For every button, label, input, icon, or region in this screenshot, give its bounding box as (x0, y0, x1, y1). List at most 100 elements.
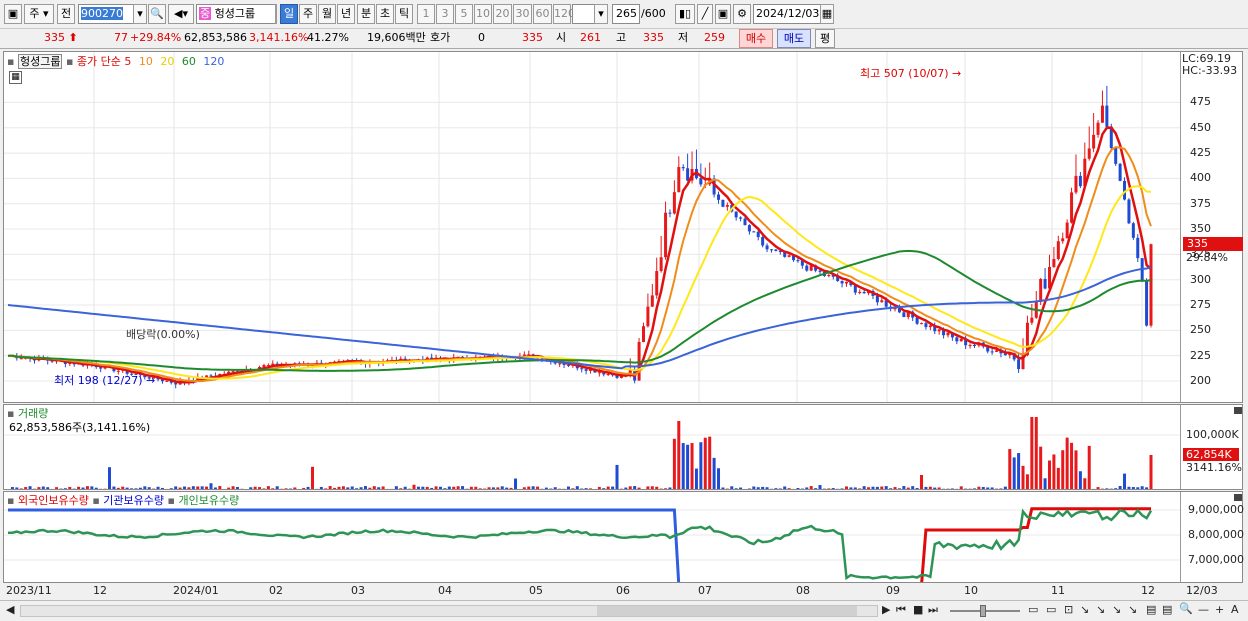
volume-bar (615, 464, 619, 489)
x-axis-label: 10 (964, 584, 978, 597)
code-dropdown-icon[interactable]: ▾ (133, 4, 147, 24)
search-icon[interactable]: 🔍 (148, 4, 166, 24)
layout-icon-1[interactable]: ▭ (1028, 603, 1038, 616)
ma10-line (7, 146, 1152, 383)
zoom-slider[interactable] (950, 605, 1020, 617)
volume-bar (421, 486, 425, 489)
volume-bar (897, 488, 901, 489)
stock-name-field[interactable]: 중 헝셩그룹 (196, 4, 276, 24)
volume-bar (950, 488, 954, 489)
volume-bar (1136, 487, 1140, 489)
tab-period-day[interactable]: 일 (280, 4, 298, 24)
interval-120[interactable]: 120 (553, 4, 575, 24)
calendar-icon[interactable]: ▦ (820, 4, 834, 24)
volume-bar (1017, 453, 1021, 489)
volume-bar (108, 467, 112, 489)
interval-10[interactable]: 10 (474, 4, 492, 24)
price-candle (664, 212, 668, 258)
name-dropdown-icon[interactable] (275, 4, 277, 24)
interval-3[interactable]: 3 (436, 4, 454, 24)
volume-info: 62,853,586주(3,141.16%) (9, 421, 151, 434)
volume-bar (430, 487, 434, 489)
tab-period-week[interactable]: 주 (299, 4, 317, 24)
price-candle (844, 281, 848, 284)
date-input[interactable]: 2024/12/03 (753, 4, 821, 24)
interval-1[interactable]: 1 (417, 4, 435, 24)
candle-type-icon[interactable]: ▮▯ (675, 4, 695, 24)
interval-60[interactable]: 60 (533, 4, 552, 24)
market-select[interactable]: 주 ▾ (24, 4, 54, 24)
price-candle (672, 192, 676, 214)
volume-bar (355, 488, 359, 489)
scroll-right-icon[interactable]: ▶ (882, 603, 890, 616)
horizontal-scrollbar[interactable] (20, 605, 878, 617)
price-candle (990, 351, 994, 353)
volume-bar (584, 488, 588, 489)
interval-5[interactable]: 5 (455, 4, 473, 24)
volume-bar (686, 444, 690, 489)
scrollbar-thumb[interactable] (597, 606, 857, 616)
holder-panel[interactable]: ▪ 외국인보유수량 ▪ 기관보유수량 ▪ 개인보유수량 9,000,000 8,… (3, 491, 1244, 583)
volume-panel[interactable]: ▪ 거래량 62,853,586주(3,141.16%) 100,000K 62… (3, 404, 1243, 490)
sell-button[interactable]: 매도 (777, 29, 811, 48)
table-view-icon[interactable]: ▦ (9, 71, 22, 84)
layout-icon-2[interactable]: ▭ (1046, 603, 1056, 616)
volume-bar (805, 487, 809, 489)
avg-button[interactable]: 평 (815, 29, 835, 48)
settings-gear-icon[interactable]: ⚙ (733, 4, 751, 24)
forward-icon[interactable]: ⏭ (928, 603, 938, 617)
font-size-icon[interactable]: A (1231, 603, 1239, 616)
interval-dropdown-icon[interactable]: ▾ (594, 4, 608, 24)
drawing-tool-icon[interactable]: ╱ (697, 4, 713, 24)
volume-bar (1039, 446, 1043, 489)
low-annotation: 최저 198 (12/27) → (54, 374, 156, 387)
volume-bar (341, 486, 345, 489)
zoom-in-icon[interactable]: + (1215, 603, 1224, 616)
price-candle (875, 295, 879, 303)
buy-button[interactable]: 매수 (739, 29, 773, 48)
tab-period-tick[interactable]: 틱 (395, 4, 413, 24)
price-candle (699, 178, 703, 185)
holder-panel-close-icon[interactable] (1234, 494, 1242, 501)
x-axis-end-date: 12/03 (1186, 584, 1218, 597)
volume-bar (920, 475, 924, 489)
price-candle (743, 218, 747, 226)
volume-bar (717, 468, 721, 489)
draw-icon-4[interactable]: ↘ (1128, 603, 1137, 616)
rewind-icon[interactable]: ⏮ (896, 603, 906, 617)
prev-button[interactable]: 전 (57, 4, 75, 24)
tab-period-second[interactable]: 초 (376, 4, 394, 24)
interval-30[interactable]: 30 (513, 4, 532, 24)
volume-panel-close-icon[interactable] (1234, 407, 1242, 414)
volume-bar (650, 486, 654, 489)
chart-menu-icon[interactable]: ▣ (4, 4, 22, 24)
zoom-out-icon[interactable]: — (1198, 603, 1209, 616)
stop-icon[interactable]: ■ (913, 603, 923, 616)
volume-bar (677, 421, 681, 489)
legend-stock-name[interactable]: 헝셩그룹 (17, 54, 63, 69)
price-candle (761, 237, 765, 246)
interval-20[interactable]: 20 (493, 4, 512, 24)
price-candle (1127, 199, 1131, 224)
volume-bar (871, 486, 875, 489)
tab-period-year[interactable]: 년 (337, 4, 355, 24)
panel-icon-2[interactable]: ▤ (1162, 603, 1172, 616)
draw-icon-3[interactable]: ↘ (1112, 603, 1121, 616)
save-icon[interactable]: ▣ (715, 4, 731, 24)
speaker-icon[interactable]: ◀▾ (168, 4, 194, 24)
count-input[interactable]: 265 (612, 4, 640, 24)
volume-bar (1034, 417, 1038, 489)
draw-icon-2[interactable]: ↘ (1096, 603, 1105, 616)
volume-bar (1052, 454, 1056, 489)
panel-icon[interactable]: ▤ (1146, 603, 1156, 616)
tab-period-minute[interactable]: 분 (357, 4, 375, 24)
stock-code-input[interactable]: 900270 (78, 4, 134, 24)
tab-period-month[interactable]: 월 (318, 4, 336, 24)
zoom-search-icon[interactable]: 🔍 (1179, 602, 1193, 615)
volume-bar (169, 488, 173, 489)
scroll-left-icon[interactable]: ◀ (6, 603, 14, 616)
volume-bar (637, 487, 641, 489)
layout-icon-3[interactable]: ⊡ (1064, 603, 1073, 616)
price-chart-panel[interactable]: ▪ 헝셩그룹 ▪ 종가 단순 5 10 20 60 120 ▦ 최고 507 (… (3, 51, 1243, 403)
draw-icon-1[interactable]: ↘ (1080, 603, 1089, 616)
